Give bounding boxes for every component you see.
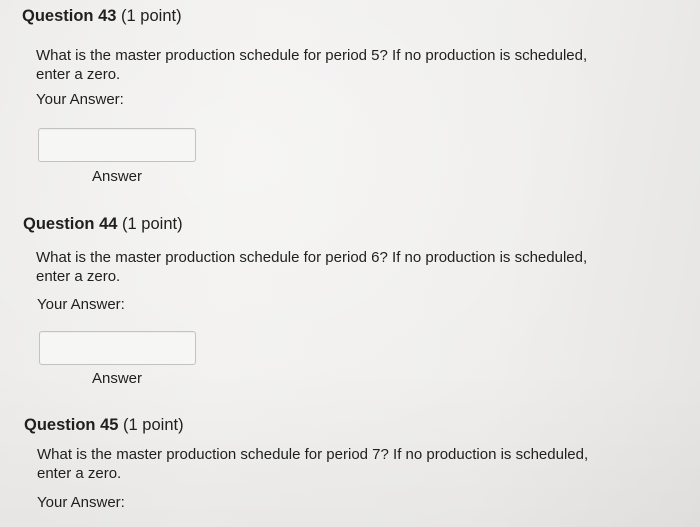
question-text-line: enter a zero. bbox=[37, 465, 122, 482]
question-number: Question 45 bbox=[24, 416, 119, 434]
question-number: Question 44 bbox=[23, 215, 118, 233]
question-text: What is the master production schedule f… bbox=[36, 248, 587, 286]
question-points: (1 point) bbox=[121, 7, 182, 25]
answer-label: Answer bbox=[92, 168, 143, 185]
question-text-line: enter a zero. bbox=[36, 268, 121, 285]
question-text-line: enter a zero. bbox=[36, 66, 121, 83]
your-answer-label: Your Answer: bbox=[37, 296, 125, 313]
question-header: Question 45 (1 point) bbox=[24, 416, 184, 435]
question-text: What is the master production schedule f… bbox=[36, 46, 587, 84]
your-answer-label: Your Answer: bbox=[36, 91, 124, 108]
question-number: Question 43 bbox=[22, 7, 117, 25]
your-answer-label: Your Answer: bbox=[37, 494, 125, 511]
answer-input[interactable] bbox=[39, 331, 196, 365]
question-text-line: What is the master production schedule f… bbox=[36, 47, 588, 64]
question-header: Question 43 (1 point) bbox=[22, 7, 182, 26]
question-points: (1 point) bbox=[123, 416, 184, 434]
question-text-line: What is the master production schedule f… bbox=[37, 446, 589, 463]
question-header: Question 44 (1 point) bbox=[23, 215, 183, 234]
answer-label: Answer bbox=[92, 370, 143, 387]
question-points: (1 point) bbox=[122, 215, 183, 233]
answer-input[interactable] bbox=[38, 128, 196, 162]
question-text: What is the master production schedule f… bbox=[37, 445, 588, 483]
question-text-line: What is the master production schedule f… bbox=[36, 249, 588, 266]
